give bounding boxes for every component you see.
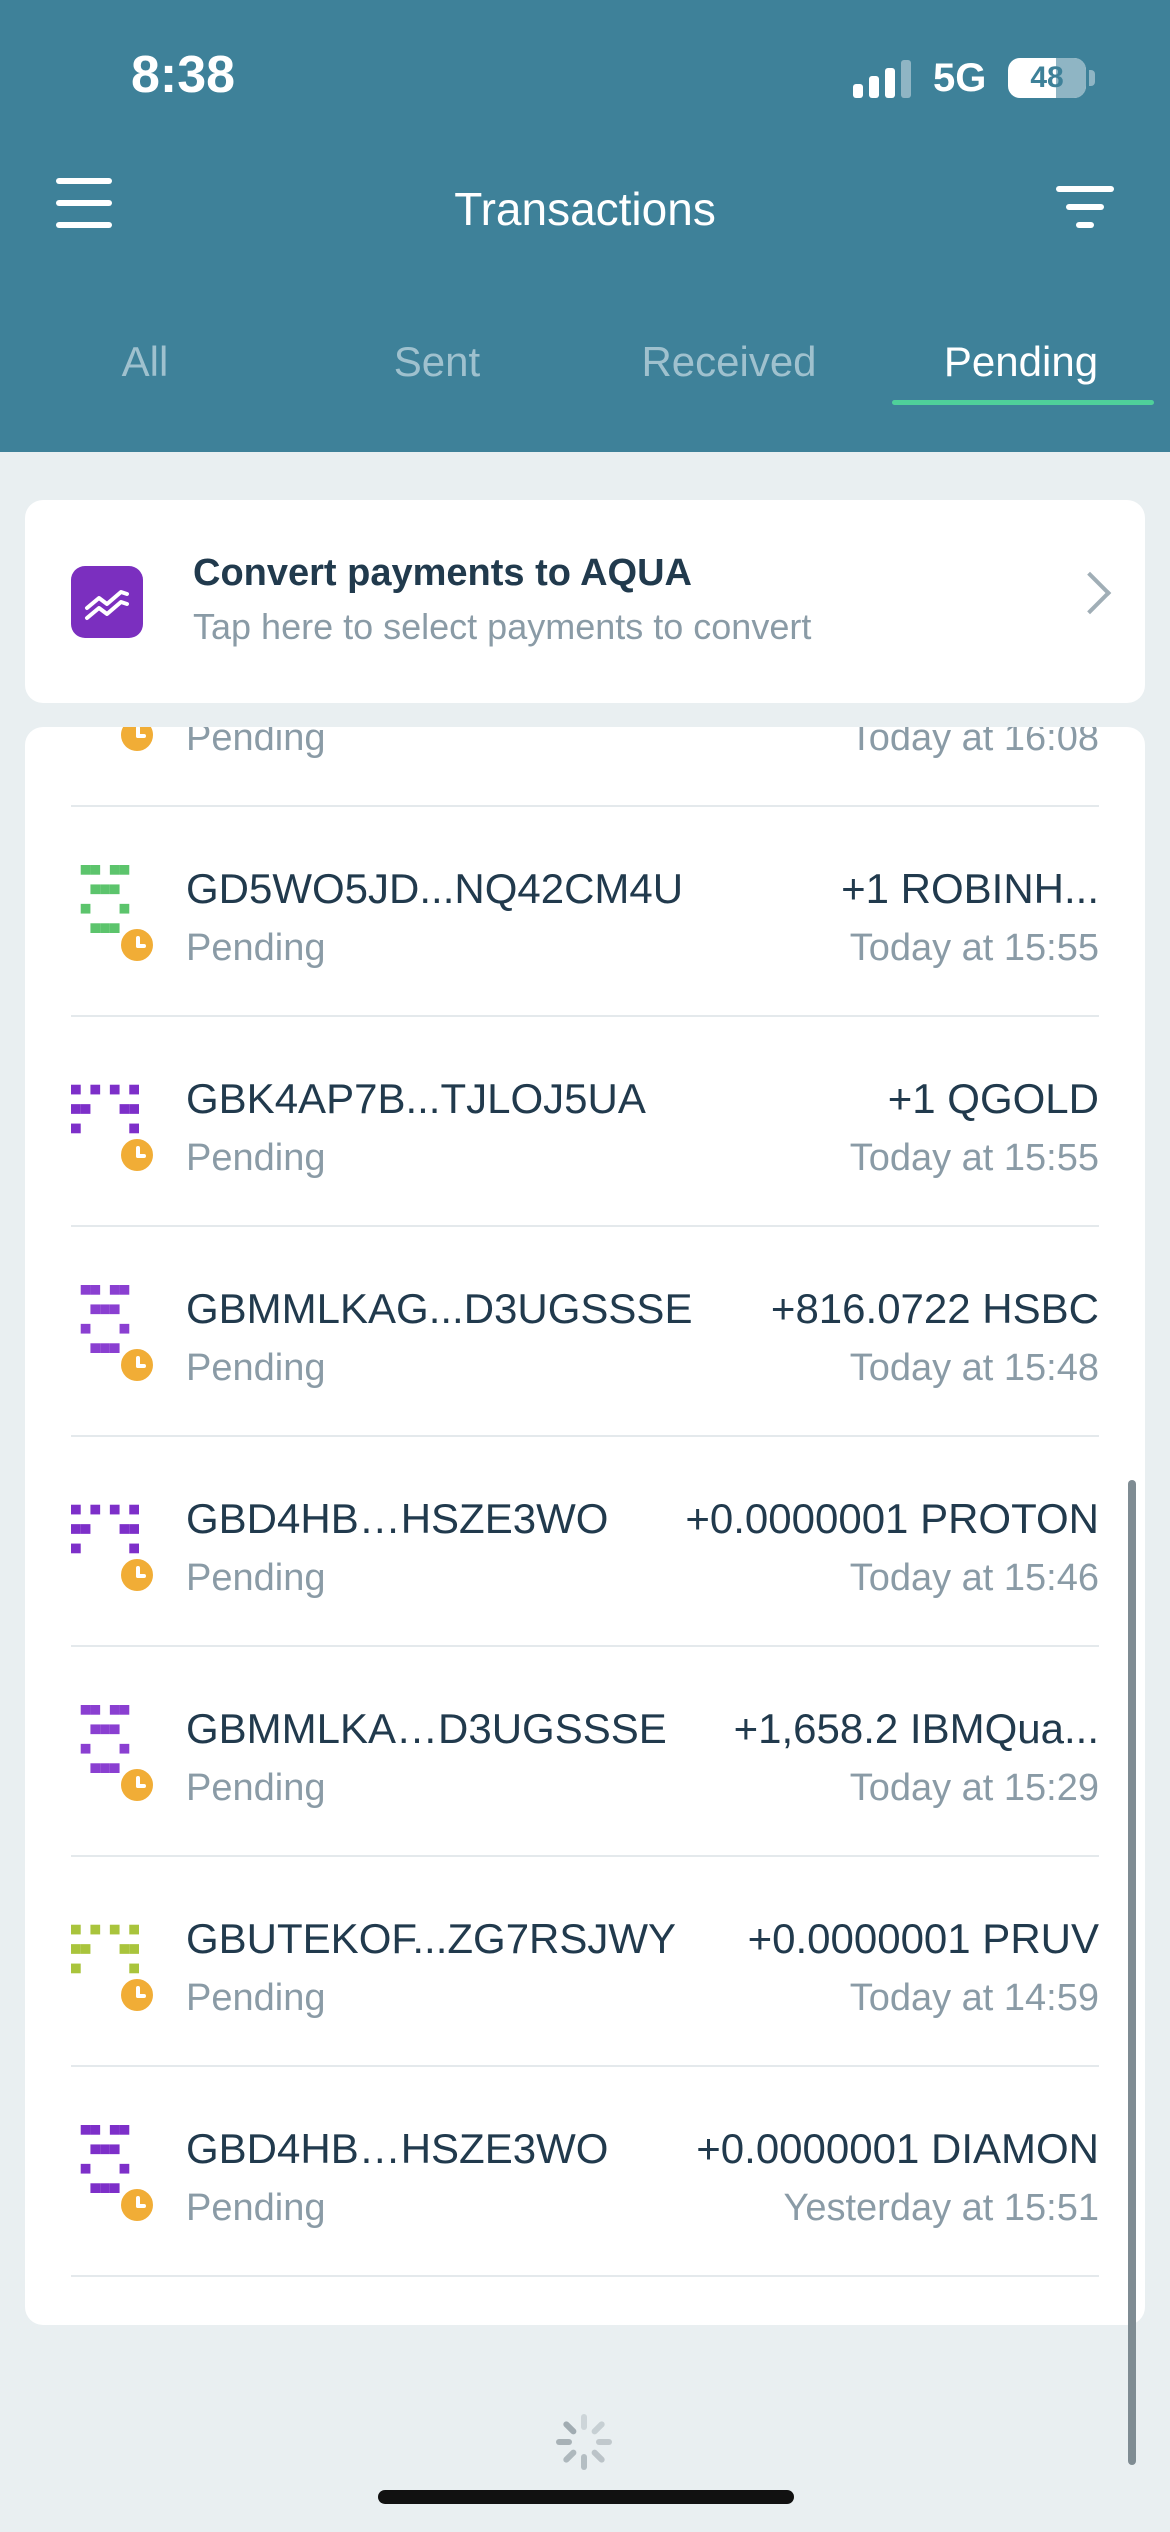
transaction-amount: +0.0000001 PROTON	[685, 1495, 1099, 1542]
transaction-amount: +1 QGOLD	[887, 1075, 1099, 1122]
loading-spinner-icon	[556, 2414, 612, 2470]
transaction-time: Today at 15:48	[849, 1347, 1099, 1389]
chevron-right-icon	[1068, 571, 1112, 615]
identicon-avatar-icon	[71, 1075, 139, 1143]
pending-clock-icon	[117, 925, 157, 965]
home-indicator	[378, 2490, 794, 2504]
identicon-avatar-icon	[71, 2125, 139, 2193]
transaction-amount: +816.0722 HSBC	[770, 1285, 1099, 1332]
transaction-status: Pending	[186, 1557, 326, 1599]
aqua-logo-icon	[71, 566, 143, 638]
tab-pending[interactable]: Pending	[876, 338, 1166, 386]
signal-icon	[853, 58, 913, 98]
transaction-row[interactable]: GBK4AP7B...TJLOJ5UA +1 QGOLD Pending Today …	[25, 1017, 1145, 1227]
identicon-avatar-icon	[71, 1915, 139, 1983]
transaction-amount: +1 ROBINH...	[841, 865, 1099, 912]
transaction-amount: +0.0000001 DIAMON	[696, 2125, 1099, 2172]
transaction-address: GBK4AP7B...TJLOJ5UA	[186, 1075, 646, 1122]
pending-clock-icon	[117, 727, 157, 755]
transaction-status: Pending	[186, 2187, 326, 2229]
app-header: 8:38 5G 48 Transactions All Sent Receive…	[0, 0, 1170, 452]
identicon-avatar-icon	[71, 1495, 139, 1563]
filter-icon[interactable]	[1056, 186, 1114, 228]
transaction-row[interactable]: GBMMLKA…D3UGSSSE +1,658.2 IBMQua... Pendin…	[25, 1647, 1145, 1857]
battery-level: 48	[1030, 61, 1064, 94]
transaction-status: Pending	[186, 927, 326, 969]
transaction-address: GD5WO5JD...NQ42CM4U	[186, 865, 684, 912]
pending-clock-icon	[117, 2185, 157, 2225]
transaction-amount: +0.0000001 PRUV	[747, 1915, 1099, 1962]
transaction-time: Today at 15:55	[849, 1137, 1099, 1179]
transaction-row[interactable]: GBUTEKOF...ZG7RSJWY +0.0000001 PRUV Pendin…	[25, 1857, 1145, 2067]
transaction-status: Pending	[186, 1977, 326, 2019]
convert-title: Convert payments to AQUA	[193, 552, 692, 594]
transaction-row[interactable]: GBD4HB…HSZE3WO +0.0000001 PROTON Pending To…	[25, 1437, 1145, 1647]
transaction-status: Pending	[186, 1137, 326, 1179]
transaction-address: GBD4HB…HSZE3WO	[186, 2125, 609, 2172]
transaction-time: Today at 14:59	[849, 1977, 1099, 2019]
identicon-avatar-icon	[71, 1705, 139, 1773]
identicon-avatar-icon	[71, 1285, 139, 1353]
page-title: Transactions	[454, 183, 716, 235]
network-label: 5G	[933, 56, 987, 100]
pending-clock-icon	[117, 1555, 157, 1595]
transaction-time: Today at 15:29	[849, 1767, 1099, 1809]
transaction-address: GBD4HB…HSZE3WO	[186, 1495, 609, 1542]
status-time: 8:38	[131, 46, 236, 104]
transaction-row[interactable]: GD5WO5JD...NQ42CM4U +1 ROBINH... Pending To…	[25, 807, 1145, 1017]
active-tab-indicator	[892, 400, 1154, 405]
transaction-status: Pending	[186, 1347, 326, 1389]
transaction-row[interactable]: GBD4HB…HSZE3WO +0.0000001 DIAMON Pending Ye…	[25, 2067, 1145, 2277]
pending-clock-icon	[117, 1765, 157, 1805]
transaction-address: GBMMLKA…D3UGSSSE	[186, 1705, 667, 1752]
tab-sent[interactable]: Sent	[292, 338, 582, 386]
transaction-row[interactable]: GBMMLKAG...D3UGSSSE+123.45 AIMXPendingTo…	[25, 727, 1145, 807]
identicon-avatar-icon	[71, 865, 139, 933]
transaction-address: GBUTEKOF...ZG7RSJWY	[186, 1915, 677, 1962]
pending-clock-icon	[117, 1975, 157, 2015]
transaction-time: Today at 16:08	[849, 727, 1099, 759]
transaction-list: GBMMLKAG...D3UGSSSE+123.45 AIMXPendingTo…	[25, 727, 1145, 2325]
tab-all[interactable]: All	[0, 338, 290, 386]
transaction-status: Pending	[186, 727, 326, 759]
battery-icon: 48	[1008, 58, 1086, 98]
transaction-address: GBMMLKAG...D3UGSSSE	[186, 1285, 693, 1332]
transaction-time: Today at 15:55	[849, 927, 1099, 969]
scrollbar[interactable]	[1128, 1480, 1136, 2465]
pending-clock-icon	[117, 1135, 157, 1175]
transaction-amount: +1,658.2 IBMQua...	[733, 1705, 1099, 1752]
tab-received[interactable]: Received	[584, 338, 874, 386]
transaction-row[interactable]: GBMMLKAG...D3UGSSSE +816.0722 HSBC Pending…	[25, 1227, 1145, 1437]
transaction-status: Pending	[186, 1767, 326, 1809]
transaction-time: Yesterday at 15:51	[783, 2187, 1099, 2229]
transaction-time: Today at 15:46	[849, 1557, 1099, 1599]
pending-clock-icon	[117, 1345, 157, 1385]
convert-subtitle: Tap here to select payments to convert	[193, 606, 812, 647]
convert-to-aqua-banner[interactable]: Convert payments to AQUA Tap here to sel…	[25, 500, 1145, 703]
row-divider	[71, 2275, 1099, 2277]
